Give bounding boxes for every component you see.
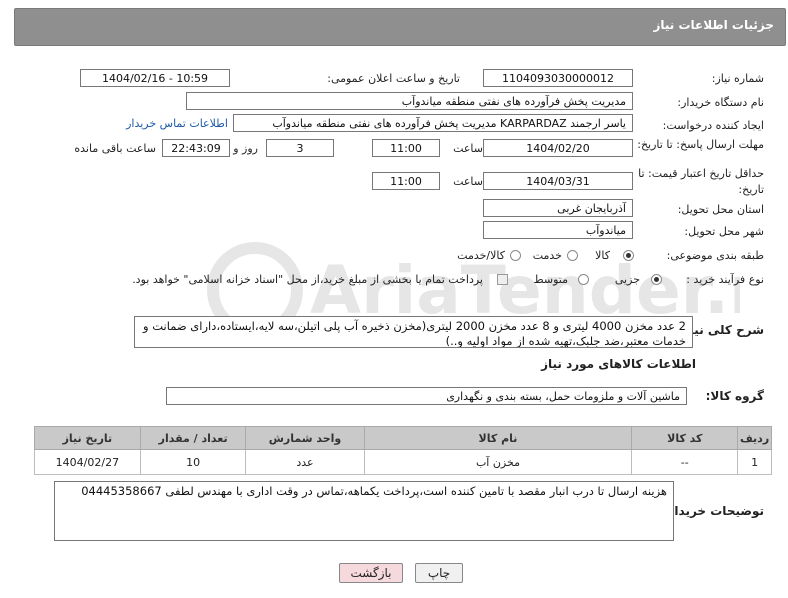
- buyer-notes-field: هزینه ارسال تا درب انبار مقصد با تامین ک…: [54, 481, 674, 541]
- reply-deadline-label: مهلت ارسال پاسخ: تا تاریخ:: [637, 138, 764, 151]
- cell-row-number: 1: [737, 449, 772, 475]
- col-header-unit: واحد شمارش: [245, 426, 365, 450]
- process-option-minor: جزیی: [614, 273, 640, 286]
- category-option-service: خدمت: [532, 249, 562, 262]
- announce-field: 1404/02/16 - 10:59: [80, 69, 230, 87]
- city-field: میاندوآب: [483, 221, 633, 239]
- process-radio-medium[interactable]: [578, 274, 589, 285]
- goods-group-label: گروه کالا:: [705, 389, 764, 403]
- buyer-notes-label: توضیحات خریدار:: [662, 504, 764, 518]
- creator-label: ایجاد کننده درخواست:: [662, 119, 764, 132]
- days-label: روز و: [233, 142, 258, 155]
- description-field: 2 عدد مخزن 4000 لیتری و 8 عدد مخزن 2000 …: [134, 316, 693, 348]
- table-row: 1 -- مخزن آب عدد 10 1404/02/27: [34, 449, 772, 475]
- cell-name: مخزن آب: [363, 449, 633, 475]
- buyer-contact-link[interactable]: اطلاعات تماس خریدار: [126, 117, 228, 130]
- col-header-code: کد کالا: [631, 426, 739, 450]
- reply-time-label: ساعت: [453, 142, 483, 155]
- category-radio-service[interactable]: [567, 250, 578, 261]
- col-header-name: نام کالا: [363, 426, 633, 450]
- category-label: طبقه بندی موضوعی:: [666, 249, 764, 262]
- reply-date-field: 1404/02/20: [483, 139, 633, 157]
- price-time-label: ساعت: [453, 175, 483, 188]
- price-validity-label: حداقل تاریخ اعتبار قیمت: تا تاریخ:: [638, 167, 764, 196]
- cell-unit: عدد: [245, 449, 365, 475]
- need-number-label: شماره نیاز:: [711, 72, 764, 85]
- category-radio-goods-service[interactable]: [510, 250, 521, 261]
- remaining-time-label: ساعت باقی مانده: [74, 142, 156, 155]
- cell-code: --: [631, 449, 739, 475]
- page-title: جزئیات اطلاعات نیاز: [653, 18, 774, 32]
- province-label: استان محل تحویل:: [677, 203, 764, 216]
- back-button[interactable]: بازگشت: [339, 563, 403, 583]
- col-header-quantity: تعداد / مقدار: [139, 426, 247, 450]
- category-option-goods: کالا: [595, 249, 610, 262]
- goods-group-field: ماشین آلات و ملزومات حمل، بسته بندی و نگ…: [166, 387, 687, 405]
- print-button[interactable]: چاپ: [415, 563, 463, 583]
- table-header-row: ردیف کد کالا نام کالا واحد شمارش تعداد /…: [34, 426, 772, 450]
- col-header-row-number: ردیف: [737, 426, 772, 450]
- cell-quantity: 10: [139, 449, 247, 475]
- goods-info-title: اطلاعات کالاهای مورد نیاز: [541, 357, 696, 371]
- price-date-field: 1404/03/31: [483, 172, 633, 190]
- reply-time-field: 11:00: [372, 139, 440, 157]
- price-time-field: 11:00: [372, 172, 440, 190]
- cell-date: 1404/02/27: [34, 449, 141, 475]
- payment-note: پرداخت تمام یا بخشی از مبلغ خرید،از محل …: [132, 273, 483, 286]
- city-label: شهر محل تحویل:: [684, 225, 764, 238]
- process-option-medium: متوسط: [533, 273, 568, 286]
- need-number-field: 1104093030000012: [483, 69, 633, 87]
- process-label: نوع فرآیند خرید :: [686, 273, 764, 286]
- creator-field: یاسر ارجمند KARPARDAZ مدیریت پخش فرآورده…: [233, 114, 633, 132]
- category-option-goods-service: کالا/خدمت: [457, 249, 505, 262]
- remaining-time-field: 22:43:09: [162, 139, 230, 157]
- announce-label: تاریخ و ساعت اعلان عمومی:: [327, 72, 460, 85]
- buyer-org-label: نام دستگاه خریدار:: [677, 96, 764, 109]
- treasury-payment-checkbox[interactable]: [497, 274, 508, 285]
- province-field: آذربایجان غربی: [483, 199, 633, 217]
- category-radio-goods[interactable]: [623, 250, 634, 261]
- col-header-date: تاریخ نیاز: [34, 426, 141, 450]
- process-radio-minor[interactable]: [651, 274, 662, 285]
- buyer-org-field: مدیریت پخش فرآورده های نفتی منطقه میاندو…: [186, 92, 633, 110]
- days-field: 3: [266, 139, 334, 157]
- goods-table: ردیف کد کالا نام کالا واحد شمارش تعداد /…: [34, 426, 772, 475]
